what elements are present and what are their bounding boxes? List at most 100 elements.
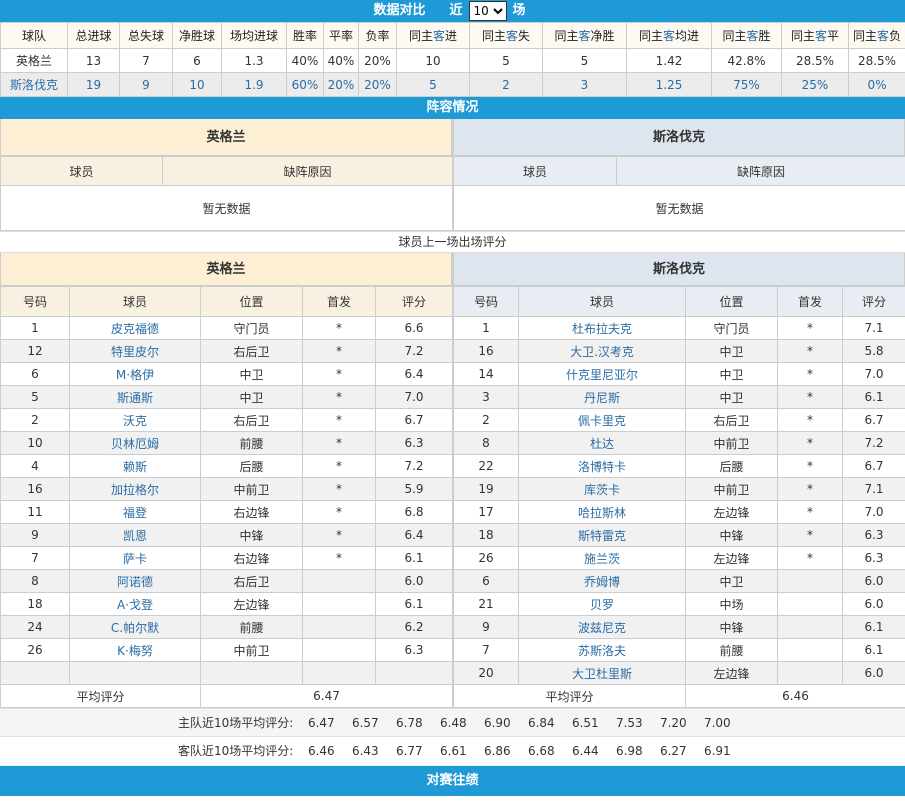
avg-rating-value: 6.90: [475, 709, 519, 738]
stat-cell: 75%: [712, 73, 782, 97]
player-position: 右后卫: [201, 340, 303, 363]
player-row: 26K·梅努中前卫6.3: [1, 639, 453, 662]
player-name-link[interactable]: 凯恩: [70, 524, 201, 547]
player-rating: 6.3: [843, 524, 905, 547]
stat-cell: 10: [397, 49, 470, 73]
player-row: 17哈拉斯林左边锋*7.0: [454, 501, 905, 524]
player-name-link[interactable]: C.帕尔默: [70, 616, 201, 639]
home-absence-empty: 暂无数据: [1, 186, 453, 231]
starter-mark: *: [778, 317, 843, 340]
player-rating: 7.1: [843, 478, 905, 501]
player-number: 10: [1, 432, 70, 455]
games-count-select[interactable]: 10: [469, 1, 507, 21]
player-position: 中卫: [201, 363, 303, 386]
data-comparison-bar: 数据对比 近 10 场: [0, 0, 905, 22]
player-rating: 6.7: [843, 409, 905, 432]
team-name-cell: 英格兰: [1, 49, 68, 73]
player-name-link[interactable]: 丹尼斯: [519, 386, 686, 409]
player-name-link[interactable]: 福登: [70, 501, 201, 524]
near-label: 近: [449, 0, 462, 22]
player-row: 22洛博特卡后腰*6.7: [454, 455, 905, 478]
stat-cell: 60%: [287, 73, 324, 97]
stat-cell: 20%: [359, 49, 397, 73]
player-position: 守门员: [686, 317, 778, 340]
stat-cell: 2: [470, 73, 543, 97]
ratings-col-header: 首发: [303, 287, 376, 317]
head-to-head-bar: 对赛往绩: [0, 766, 905, 796]
player-row: 9波兹尼克中锋6.1: [454, 616, 905, 639]
player-name-link[interactable]: A·戈登: [70, 593, 201, 616]
lineup-split: 英格兰 球员 缺阵原因 暂无数据 斯洛伐克 球员 缺阵原因 暂无数据: [0, 119, 905, 231]
starter-mark: [778, 662, 843, 685]
player-name-link[interactable]: M·格伊: [70, 363, 201, 386]
player-rating: 7.2: [376, 455, 453, 478]
stat-cell: 42.8%: [712, 49, 782, 73]
player-number: 6: [1, 363, 70, 386]
player-position: 中卫: [201, 386, 303, 409]
player-rating: 6.1: [843, 616, 905, 639]
player-rating: 6.7: [376, 409, 453, 432]
player-name-link[interactable]: 斯通斯: [70, 386, 201, 409]
player-number: 26: [454, 547, 519, 570]
player-row: 1皮克福德守门员*6.6: [1, 317, 453, 340]
avg-rating-value: 7.00: [695, 709, 739, 738]
stat-cell: 1.25: [627, 73, 712, 97]
player-name-link[interactable]: 哈拉斯林: [519, 501, 686, 524]
player-name-link[interactable]: 萨卡: [70, 547, 201, 570]
lineup-home-panel: 英格兰 球员 缺阵原因 暂无数据: [0, 119, 452, 231]
avg-rating-value: 6.78: [387, 709, 431, 738]
player-name-link[interactable]: 波兹尼克: [519, 616, 686, 639]
player-name-link[interactable]: 斯特雷克: [519, 524, 686, 547]
stat-cell: 1.3: [222, 49, 287, 73]
avg-rating-value: 6.57: [343, 709, 387, 738]
ratings-split: 英格兰 号码球员位置首发评分 1皮克福德守门员*6.612特里皮尔右后卫*7.2…: [0, 253, 905, 708]
player-name-link[interactable]: 库茨卡: [519, 478, 686, 501]
player-number: 11: [1, 501, 70, 524]
ratings-col-header: 评分: [376, 287, 453, 317]
player-name-link[interactable]: 洛博特卡: [519, 455, 686, 478]
player-rating: 6.3: [376, 432, 453, 455]
player-name-link[interactable]: 什克里尼亚尔: [519, 363, 686, 386]
average-rating-label: 平均评分: [1, 685, 201, 708]
player-number: 20: [454, 662, 519, 685]
player-name-link[interactable]: K·梅努: [70, 639, 201, 662]
player-number: 4: [1, 455, 70, 478]
player-position: 后腰: [686, 455, 778, 478]
player-name-link[interactable]: 皮克福德: [70, 317, 201, 340]
player-name-link[interactable]: 阿诺德: [70, 570, 201, 593]
player-position: 左边锋: [686, 547, 778, 570]
player-name-link[interactable]: 杜布拉夫克: [519, 317, 686, 340]
starter-mark: [778, 593, 843, 616]
home-team-name: 英格兰: [0, 119, 452, 156]
player-name-link[interactable]: 贝罗: [519, 593, 686, 616]
player-name-link[interactable]: 大卫杜里斯: [519, 662, 686, 685]
player-name-link[interactable]: 乔姆博: [519, 570, 686, 593]
player-name-link[interactable]: 苏斯洛夫: [519, 639, 686, 662]
starter-mark: *: [778, 340, 843, 363]
player-name-link[interactable]: 赖斯: [70, 455, 201, 478]
player-position: 中锋: [686, 616, 778, 639]
player-rating: 6.3: [376, 639, 453, 662]
player-position: 前腰: [686, 639, 778, 662]
player-name-link[interactable]: 佩卡里克: [519, 409, 686, 432]
starter-mark: *: [303, 386, 376, 409]
player-position: 中卫: [686, 570, 778, 593]
stat-cell: 28.5%: [849, 49, 905, 73]
starter-mark: *: [303, 524, 376, 547]
away-last10-label: 客队近10场平均评分:: [178, 744, 293, 758]
starter-mark: *: [303, 501, 376, 524]
player-name-link[interactable]: 贝林厄姆: [70, 432, 201, 455]
player-number: 6: [454, 570, 519, 593]
starter-mark: *: [778, 478, 843, 501]
player-name-link[interactable]: 杜达: [519, 432, 686, 455]
player-name-link[interactable]: 特里皮尔: [70, 340, 201, 363]
player-name-link[interactable]: 大卫.汉考克: [519, 340, 686, 363]
average-rating-row: 平均评分 6.47: [1, 685, 453, 708]
player-name-link[interactable]: 加拉格尔: [70, 478, 201, 501]
highlight-char: 客: [747, 29, 759, 43]
home-team-name: 英格兰: [0, 253, 452, 286]
player-name-link[interactable]: 沃克: [70, 409, 201, 432]
player-name-link[interactable]: 施兰茨: [519, 547, 686, 570]
avg-rating-value: 6.46: [299, 737, 343, 766]
ratings-col-header: 号码: [454, 287, 519, 317]
